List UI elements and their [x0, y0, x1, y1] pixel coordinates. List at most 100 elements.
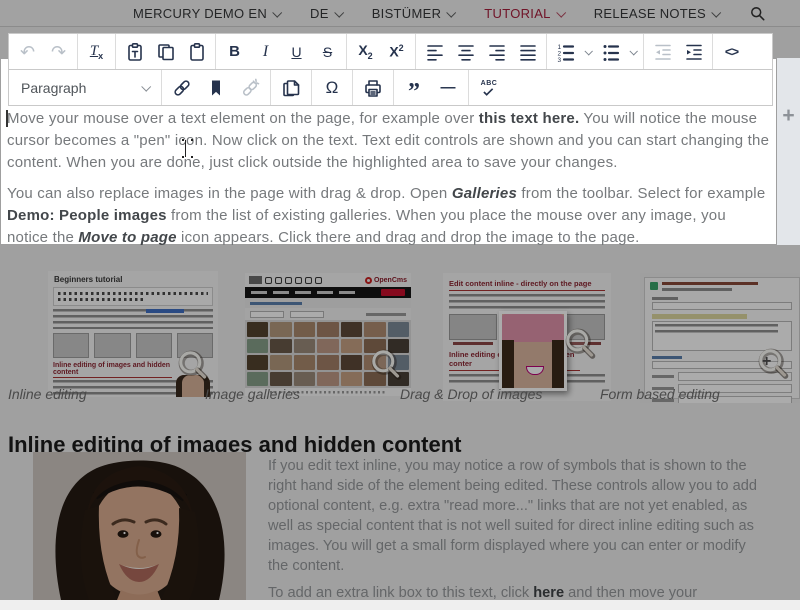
outdent-button[interactable]	[647, 37, 678, 67]
spellcheck-button[interactable]: ABC	[472, 73, 506, 103]
remove-format-button[interactable]: Tx	[81, 37, 112, 67]
align-center-button[interactable]	[450, 37, 481, 67]
svg-text:3: 3	[557, 57, 561, 62]
mock-selection	[146, 309, 184, 313]
link-button[interactable]	[165, 73, 199, 103]
mock-highlight	[652, 314, 747, 319]
italic-button[interactable]: I	[250, 37, 281, 67]
paste-button[interactable]	[181, 37, 212, 67]
ordered-list-menu-button[interactable]	[581, 37, 595, 67]
editor-paragraph-1[interactable]: Move your mouse over a text element on t…	[7, 108, 770, 174]
copy-icon	[156, 42, 176, 62]
zoom-magnifier-icon[interactable]	[563, 327, 601, 365]
align-center-icon	[456, 42, 476, 62]
nav-item-release-notes[interactable]: RELEASE NOTES	[594, 6, 719, 21]
mock-dragged-photo	[499, 311, 567, 391]
paste-icon	[187, 42, 207, 62]
thumbnail-image-galleries[interactable]: OpenCms	[245, 273, 411, 396]
mock-tab-bar	[245, 287, 411, 298]
mock-app-toolbar: OpenCms	[245, 273, 411, 287]
mock-red-button	[381, 289, 405, 296]
mock-toolbar	[53, 287, 213, 306]
thumbnail-caption: Image galleries	[205, 386, 300, 402]
chevron-down-icon	[272, 7, 282, 17]
nav-item-bistuemer[interactable]: BISTÜMER	[372, 6, 455, 21]
unlink-icon	[240, 78, 260, 98]
copy-page-icon	[281, 78, 301, 98]
editor-paragraph-2[interactable]: You can also replace images in the page …	[7, 183, 770, 249]
chevron-down-icon	[556, 7, 566, 17]
zoom-magnifier-icon[interactable]	[369, 348, 407, 386]
chevron-down-icon	[334, 7, 344, 17]
indent-button[interactable]	[678, 37, 709, 67]
thumbnail-caption: Drag & Drop of images	[400, 386, 542, 402]
unordered-list-button[interactable]	[595, 37, 626, 67]
spellcheck-icon: ABC	[481, 80, 498, 96]
horizontal-rule-button[interactable]: —	[431, 73, 465, 103]
align-right-button[interactable]	[481, 37, 512, 67]
thumbnail-inline-editing[interactable]: Beginners tutorial Inline editing of ima…	[48, 271, 218, 397]
print-button[interactable]	[356, 73, 390, 103]
align-right-icon	[487, 42, 507, 62]
chevron-down-icon	[711, 7, 721, 17]
chevron-down-icon	[629, 47, 637, 55]
align-left-icon	[425, 42, 445, 62]
paste-as-text-button[interactable]	[119, 37, 150, 67]
zoom-magnifier-icon[interactable]	[176, 349, 214, 387]
chevron-down-icon	[447, 7, 457, 17]
anchor-button[interactable]	[199, 73, 233, 103]
subscript-button[interactable]: X2	[350, 37, 381, 67]
mock-text-block	[53, 309, 213, 329]
unlink-button[interactable]	[233, 73, 267, 103]
print-icon	[363, 78, 383, 98]
redo-button[interactable]: ↷	[43, 37, 74, 67]
blockquote-button[interactable]: ”	[397, 73, 431, 103]
nav-item-mercury-demo-en[interactable]: MERCURY DEMO EN	[133, 6, 280, 21]
element-add-icon[interactable]: +	[762, 353, 771, 371]
paste-as-text-icon	[125, 42, 145, 62]
thumbnail-drag-drop[interactable]: Edit content inline - directly on the pa…	[443, 273, 611, 401]
element-controls-strip: +	[777, 58, 800, 245]
chevron-down-icon	[141, 82, 151, 92]
mock-heading: Edit content inline - directly on the pa…	[449, 279, 605, 291]
paragraph-format-select[interactable]: Paragraph	[12, 80, 158, 96]
top-nav-bar: MERCURY DEMO EN DE BISTÜMER TUTORIAL REL…	[0, 0, 800, 27]
unordered-list-menu-button[interactable]	[626, 37, 640, 67]
section-body-text: If you edit text inline, you may notice …	[268, 456, 760, 610]
underline-button[interactable]: U	[281, 37, 312, 67]
thumbnail-form-editing[interactable]	[640, 273, 800, 403]
mock-page-title: Beginners tutorial	[48, 271, 218, 286]
undo-button[interactable]: ↶	[12, 37, 43, 67]
superscript-button[interactable]: X2	[381, 37, 412, 67]
text-caret	[6, 110, 8, 127]
align-left-button[interactable]	[419, 37, 450, 67]
ordered-list-button[interactable]: 1 2 3	[550, 37, 581, 67]
opencms-logo: OpenCms	[365, 277, 407, 284]
mock-heading: Inline editing of images and hidden cont…	[53, 362, 172, 378]
outdent-icon	[653, 42, 673, 62]
editor-toolbar-row2: Paragraph	[8, 69, 773, 106]
mock-form-icon	[650, 282, 658, 290]
source-code-button[interactable]: <>	[716, 37, 747, 67]
editor-content[interactable]: Move your mouse over a text element on t…	[1, 108, 776, 258]
copy-button[interactable]	[150, 37, 181, 67]
bold-button[interactable]: B	[219, 37, 250, 67]
portrait-photo	[33, 452, 246, 600]
justify-icon	[518, 42, 538, 62]
search-icon[interactable]	[749, 5, 766, 22]
body-paragraph-2: To add an extra link box to this text, c…	[268, 583, 760, 603]
strikethrough-button[interactable]: S	[312, 37, 343, 67]
bookmark-icon	[206, 78, 226, 98]
thumbnail-caption: Form based editing	[600, 386, 720, 402]
indent-icon	[684, 42, 704, 62]
special-character-button[interactable]: Ω	[315, 73, 349, 103]
thumbnail-caption: Inline editing	[8, 386, 87, 402]
chevron-down-icon	[584, 47, 592, 55]
copy-page-button[interactable]	[274, 73, 308, 103]
nav-item-tutorial[interactable]: TUTORIAL	[484, 6, 563, 21]
justify-button[interactable]	[512, 37, 543, 67]
add-content-button[interactable]: +	[777, 106, 800, 126]
nav-item-de[interactable]: DE	[310, 6, 342, 21]
unordered-list-icon	[601, 42, 621, 62]
remove-format-icon: Tx	[90, 42, 103, 61]
